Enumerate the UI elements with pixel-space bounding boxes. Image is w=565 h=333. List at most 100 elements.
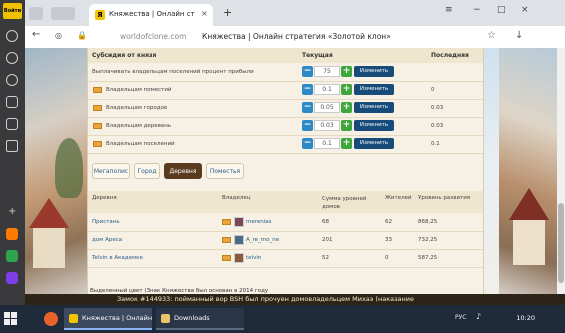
avatar [234, 253, 244, 263]
last-col-header: Последняя [431, 52, 469, 59]
development: 868,25 [418, 219, 438, 225]
last-value: 0 [431, 87, 435, 93]
village-link[interactable]: Пристань [92, 219, 120, 225]
scrollbar[interactable] [557, 48, 565, 305]
subsidy-label: Владельцам поместий [106, 87, 172, 93]
current-col-header: Текущая [302, 52, 333, 59]
development-col-header: Уровень развития [418, 195, 471, 201]
tab-megapolis[interactable]: Мегаполис [92, 163, 130, 179]
volume-icon[interactable]: ♪ [476, 312, 481, 321]
change-button[interactable]: Изменить [354, 84, 394, 95]
subsidy-row: Владельцам городов − 0.05 + Изменить 0.0… [88, 99, 483, 118]
ticker-text: Замок #144933: пойманный вор BSH был про… [117, 295, 415, 303]
windows-start-icon[interactable] [4, 312, 18, 326]
tab-group[interactable] [51, 7, 75, 20]
minimize-icon[interactable]: − [473, 5, 481, 15]
change-button[interactable]: Изменить [354, 66, 394, 77]
task-label: Княжества | Онлайн... [82, 314, 152, 322]
background-art-left [25, 48, 91, 305]
taskbar-browser-task[interactable]: Княжества | Онлайн... [64, 308, 152, 330]
yandex-favicon-icon: Я [95, 10, 105, 20]
village-col-header: Деревня [92, 195, 117, 201]
scrollbar-thumb[interactable] [558, 203, 564, 283]
app-orange-icon[interactable] [6, 228, 18, 240]
subsidy-label: Владельцам городов [106, 105, 168, 111]
house-levels: 201 [322, 237, 333, 243]
last-value: 0.1 [431, 141, 440, 147]
increase-button[interactable]: + [341, 66, 352, 77]
decrease-button[interactable]: − [302, 120, 313, 131]
refresh-icon[interactable] [6, 52, 18, 64]
subsidy-row: Выплачивать владельцам поселений процент… [88, 63, 483, 82]
increase-button[interactable]: + [341, 138, 352, 149]
development: 587,25 [418, 255, 438, 261]
change-button[interactable]: Изменить [354, 120, 394, 131]
maximize-icon[interactable]: □ [497, 5, 506, 15]
table-row: дом Ареса A_re_mo_ne 201 33 732,25 [88, 232, 483, 250]
village-link[interactable]: Telvin в Академке [92, 255, 143, 261]
bookmark-icon[interactable]: ☆ [487, 30, 496, 41]
app-purple-icon[interactable] [6, 272, 18, 284]
subsidy-value-input[interactable]: 0.03 [314, 120, 340, 131]
downloads-icon[interactable]: ↓ [515, 30, 523, 41]
browser-sidebar: Войти + [0, 0, 25, 305]
tab-estates[interactable]: Поместья [206, 163, 244, 179]
principality-panel: Субсидия от князя Текущая Последняя Выпл… [87, 48, 484, 305]
increase-button[interactable]: + [341, 84, 352, 95]
home-tab-icon[interactable] [29, 7, 43, 20]
login-button[interactable]: Войти [3, 3, 22, 19]
tab-village[interactable]: Деревня [164, 163, 202, 179]
increase-button[interactable]: + [341, 102, 352, 113]
development: 732,25 [418, 237, 438, 243]
menu-icon[interactable]: ≡ [445, 5, 453, 15]
owner-col-header: Владелец [222, 195, 251, 201]
save-icon[interactable] [6, 140, 18, 152]
address-bar: ← ◎ 🔒 worldofclone.com Княжества | Онлай… [25, 26, 565, 49]
firefox-icon[interactable] [44, 312, 58, 326]
house-levels: 52 [322, 255, 329, 261]
protect-icon[interactable]: ◎ [55, 31, 62, 40]
tab-city[interactable]: Город [134, 163, 160, 179]
app-green-icon[interactable] [6, 250, 18, 262]
subsidy-col-header: Субсидия от князя [92, 52, 157, 59]
message-icon[interactable] [222, 255, 231, 261]
lock-icon[interactable]: 🔒 [77, 31, 87, 40]
subsidies-header: Субсидия от князя Текущая Последняя [88, 48, 483, 63]
add-icon[interactable]: + [8, 206, 16, 217]
subsidy-value-input[interactable]: 75 [314, 66, 340, 77]
owner-link[interactable]: A_re_mo_ne [246, 237, 279, 243]
clock-icon[interactable] [6, 30, 18, 42]
decrease-button[interactable]: − [302, 102, 313, 113]
back-icon[interactable]: ← [32, 29, 40, 40]
owner-link[interactable]: telvin [246, 255, 261, 261]
change-button[interactable]: Изменить [354, 102, 394, 113]
decrease-button[interactable]: − [302, 84, 313, 95]
yandex-favicon-icon [69, 313, 78, 323]
close-tab-icon[interactable]: × [201, 9, 208, 18]
tray-lang[interactable]: РУС [455, 314, 466, 321]
subsidy-value-input[interactable]: 0.1 [314, 138, 340, 149]
village-link[interactable]: дом Ареса [92, 237, 122, 243]
event-ticker: Замок #144933: пойманный вор BSH был про… [25, 294, 565, 305]
background-art-right [499, 48, 557, 305]
subsidy-label: Владельцам деревень [106, 123, 172, 129]
decrease-button[interactable]: − [302, 66, 313, 77]
increase-button[interactable]: + [341, 120, 352, 131]
taskbar-downloads-task[interactable]: Downloads [156, 308, 244, 330]
url-field[interactable]: worldofclone.com [120, 32, 186, 41]
settings-icon[interactable] [6, 118, 18, 130]
play-icon[interactable] [6, 74, 18, 86]
avatar [234, 217, 244, 227]
subsidy-value-input[interactable]: 0.1 [314, 84, 340, 95]
window-close-icon[interactable]: × [521, 5, 529, 15]
change-button[interactable]: Изменить [354, 138, 394, 149]
new-tab-icon[interactable]: + [223, 6, 232, 19]
owner-link[interactable]: merenias [246, 219, 272, 225]
subsidy-value-input[interactable]: 0.05 [314, 102, 340, 113]
message-icon[interactable] [222, 219, 231, 225]
decrease-button[interactable]: − [302, 138, 313, 149]
message-icon[interactable] [222, 237, 231, 243]
residents: 62 [385, 219, 392, 225]
tab-active[interactable]: Я Княжества | Онлайн ст × [89, 4, 213, 26]
page-icon[interactable] [6, 96, 18, 108]
